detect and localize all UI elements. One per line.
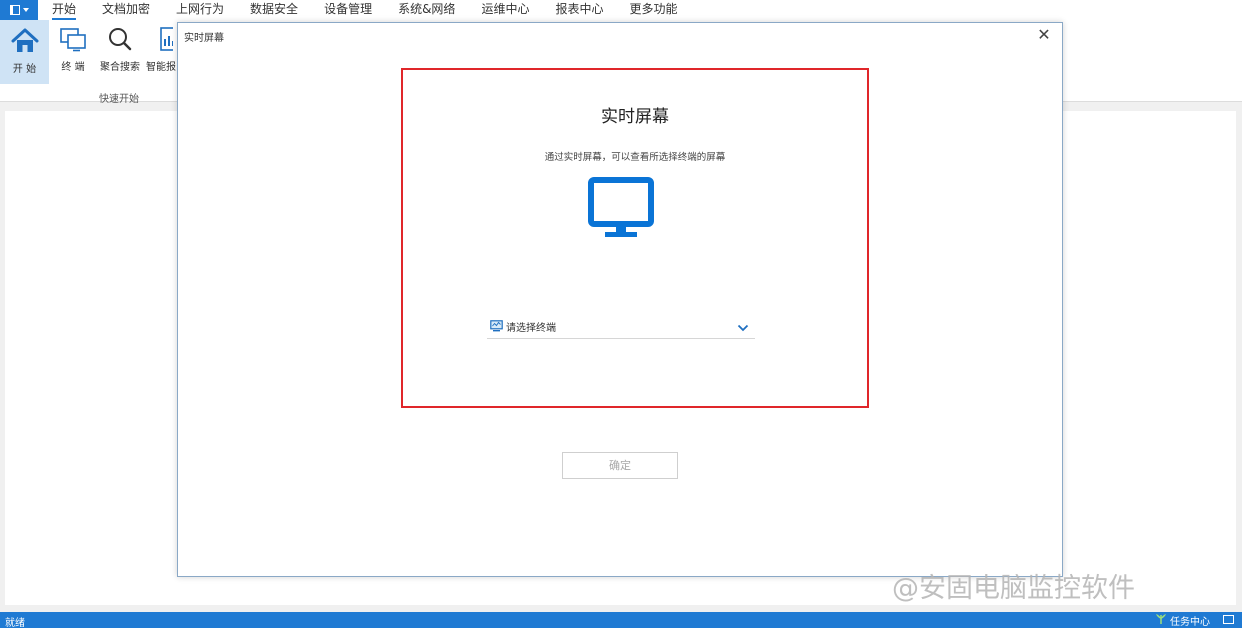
ribbon-terminal-button[interactable]: 终 端	[56, 22, 90, 84]
highlight-frame: 实时屏幕 通过实时屏幕，可以查看所选择终端的屏幕 请选择终端	[401, 68, 869, 408]
ribbon-start-button[interactable]: 开 始	[0, 20, 49, 84]
menu-tab-device-management[interactable]: 设备管理	[324, 0, 372, 20]
terminal-icon	[59, 22, 87, 56]
message-icon[interactable]	[1223, 615, 1234, 624]
report-icon	[149, 22, 173, 56]
confirm-button[interactable]: 确定	[562, 452, 678, 479]
ribbon-smart-report-label: 智能报	[146, 62, 176, 73]
menu-tab-document-encryption[interactable]: 文档加密	[102, 0, 150, 20]
menu-bar: 开始 文档加密 上网行为 数据安全 设备管理 系统&网络 运维中心 报表中心 更…	[0, 0, 1242, 20]
menu-tab-start[interactable]: 开始	[52, 0, 77, 20]
panel-description: 通过实时屏幕，可以查看所选择终端的屏幕	[544, 152, 726, 163]
menu-tab-report-center[interactable]: 报表中心	[555, 0, 603, 20]
menu-tabs: 开始 文档加密 上网行为 数据安全 设备管理 系统&网络 运维中心 报表中心 更…	[52, 0, 703, 20]
ribbon-start-label: 开 始	[12, 64, 37, 75]
dialog-title: 实时屏幕	[184, 33, 224, 44]
ribbon-aggregate-search-button[interactable]: 聚合搜索	[98, 22, 142, 84]
status-text: 就绪	[5, 618, 25, 628]
ribbon-smart-report-button[interactable]: 智能报	[146, 22, 176, 84]
menu-tab-internet-behavior[interactable]: 上网行为	[176, 0, 224, 20]
watermark-text: @安固电脑监控软件	[892, 573, 1135, 604]
caret-down-icon	[22, 8, 29, 12]
ribbon-terminal-label: 终 端	[61, 62, 85, 73]
terminal-small-icon	[490, 317, 503, 336]
search-icon	[106, 22, 134, 56]
terminal-select[interactable]: 请选择终端	[487, 315, 755, 339]
ribbon-group-label: 快速开始	[99, 94, 139, 105]
chevron-down-icon	[737, 317, 749, 336]
app-menu-icon	[9, 5, 20, 15]
app-menu-button[interactable]	[0, 0, 38, 20]
monitor-icon	[588, 177, 654, 243]
ribbon-aggregate-search-label: 聚合搜索	[100, 62, 140, 73]
status-bar: 就绪 任务中心	[0, 612, 1242, 628]
menu-tab-data-security[interactable]: 数据安全	[250, 0, 298, 20]
close-icon[interactable]: ✕	[1032, 25, 1056, 45]
menu-tab-system-network[interactable]: 系统&网络	[398, 0, 455, 20]
task-center-label: 任务中心	[1170, 617, 1210, 628]
panel-title: 实时屏幕	[601, 107, 669, 127]
menu-tab-more-functions[interactable]: 更多功能	[629, 0, 677, 20]
terminal-select-placeholder: 请选择终端	[506, 323, 556, 334]
home-icon	[11, 24, 39, 58]
realtime-screen-dialog: 实时屏幕 ✕ 实时屏幕 通过实时屏幕，可以查看所选择终端的屏幕 请选择终端 确定	[177, 22, 1063, 577]
task-center-button[interactable]: 任务中心	[1155, 613, 1210, 628]
task-center-icon	[1155, 613, 1167, 628]
menu-tab-operations-center[interactable]: 运维中心	[481, 0, 529, 20]
